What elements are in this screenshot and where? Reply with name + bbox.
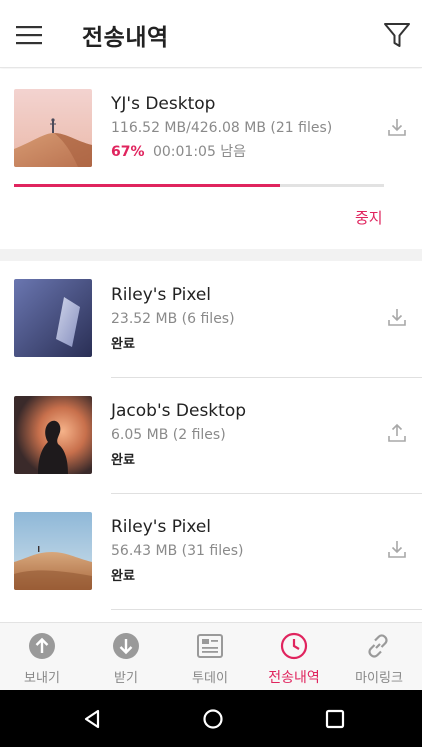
abstract-blue-thumbnail	[14, 279, 92, 357]
home-icon[interactable]	[202, 708, 224, 730]
item-size: 23.52 MB (6 files)	[111, 311, 235, 327]
recents-icon[interactable]	[324, 708, 346, 730]
list-item[interactable]: Jacob's Desktop 6.05 MB (2 files) 완료	[0, 377, 422, 494]
tab-history[interactable]: 전송내역	[252, 623, 336, 691]
transfer-progress-text: 67% 00:01:05 남음	[111, 141, 246, 161]
stop-button[interactable]: 중지	[355, 207, 383, 228]
bottom-tab-bar: 보내기 받기 투데이 전송내역 마이링크	[0, 622, 422, 690]
desert-dune-thumbnail	[14, 512, 92, 590]
item-size: 56.43 MB (31 files)	[111, 543, 244, 559]
back-icon[interactable]	[81, 708, 103, 730]
hamburger-menu-icon[interactable]	[12, 20, 46, 50]
item-name: Riley's Pixel	[111, 285, 212, 305]
transfer-name: YJ's Desktop	[111, 94, 216, 114]
clock-history-icon	[280, 632, 308, 660]
item-name: Jacob's Desktop	[111, 401, 247, 421]
transfer-size: 116.52 MB/426.08 MB (21 files)	[111, 120, 333, 136]
filter-icon[interactable]	[381, 19, 413, 51]
row-divider	[111, 609, 422, 610]
system-navigation-bar	[0, 690, 422, 747]
transfer-progress-fill	[14, 184, 281, 187]
item-size: 6.05 MB (2 files)	[111, 427, 226, 443]
tab-receive[interactable]: 받기	[84, 623, 168, 691]
portrait-thumbnail	[14, 396, 92, 474]
tab-send[interactable]: 보내기	[0, 623, 84, 691]
transfer-percent: 67%	[111, 144, 145, 160]
active-transfer-card[interactable]: YJ's Desktop 116.52 MB/426.08 MB (21 fil…	[0, 69, 422, 249]
item-status: 완료	[111, 569, 135, 584]
tab-label: 받기	[114, 671, 138, 686]
send-arrow-up-icon	[29, 633, 55, 659]
link-icon	[368, 634, 388, 658]
item-name: Riley's Pixel	[111, 517, 212, 537]
tab-mylink[interactable]: 마이링크	[336, 623, 422, 691]
tab-label: 마이링크	[355, 671, 403, 686]
list-item[interactable]: Riley's Pixel 23.52 MB (6 files) 완료	[0, 261, 422, 378]
app-bar: 전송내역	[0, 0, 422, 68]
transfer-history-list: Riley's Pixel 23.52 MB (6 files) 완료 Jaco…	[0, 261, 422, 622]
download-icon[interactable]	[386, 116, 408, 138]
list-item[interactable]: Riley's Pixel 56.43 MB (31 files) 완료	[0, 493, 422, 610]
download-icon[interactable]	[386, 306, 408, 328]
tab-label: 보내기	[24, 671, 60, 686]
transfer-progress-bar	[14, 184, 384, 187]
item-status: 완료	[111, 453, 135, 468]
section-divider	[0, 249, 422, 261]
page-title: 전송내역	[82, 25, 169, 51]
download-icon[interactable]	[386, 538, 408, 560]
transfer-remaining: 00:01:05 남음	[152, 144, 247, 160]
item-status: 완료	[111, 337, 135, 352]
desert-thumbnail	[14, 89, 92, 167]
tab-today[interactable]: 투데이	[168, 623, 252, 691]
today-card-icon	[197, 634, 223, 658]
tab-label: 투데이	[192, 671, 228, 686]
receive-arrow-down-icon	[113, 633, 139, 659]
upload-icon[interactable]	[386, 422, 408, 444]
tab-label: 전송내역	[268, 670, 320, 686]
